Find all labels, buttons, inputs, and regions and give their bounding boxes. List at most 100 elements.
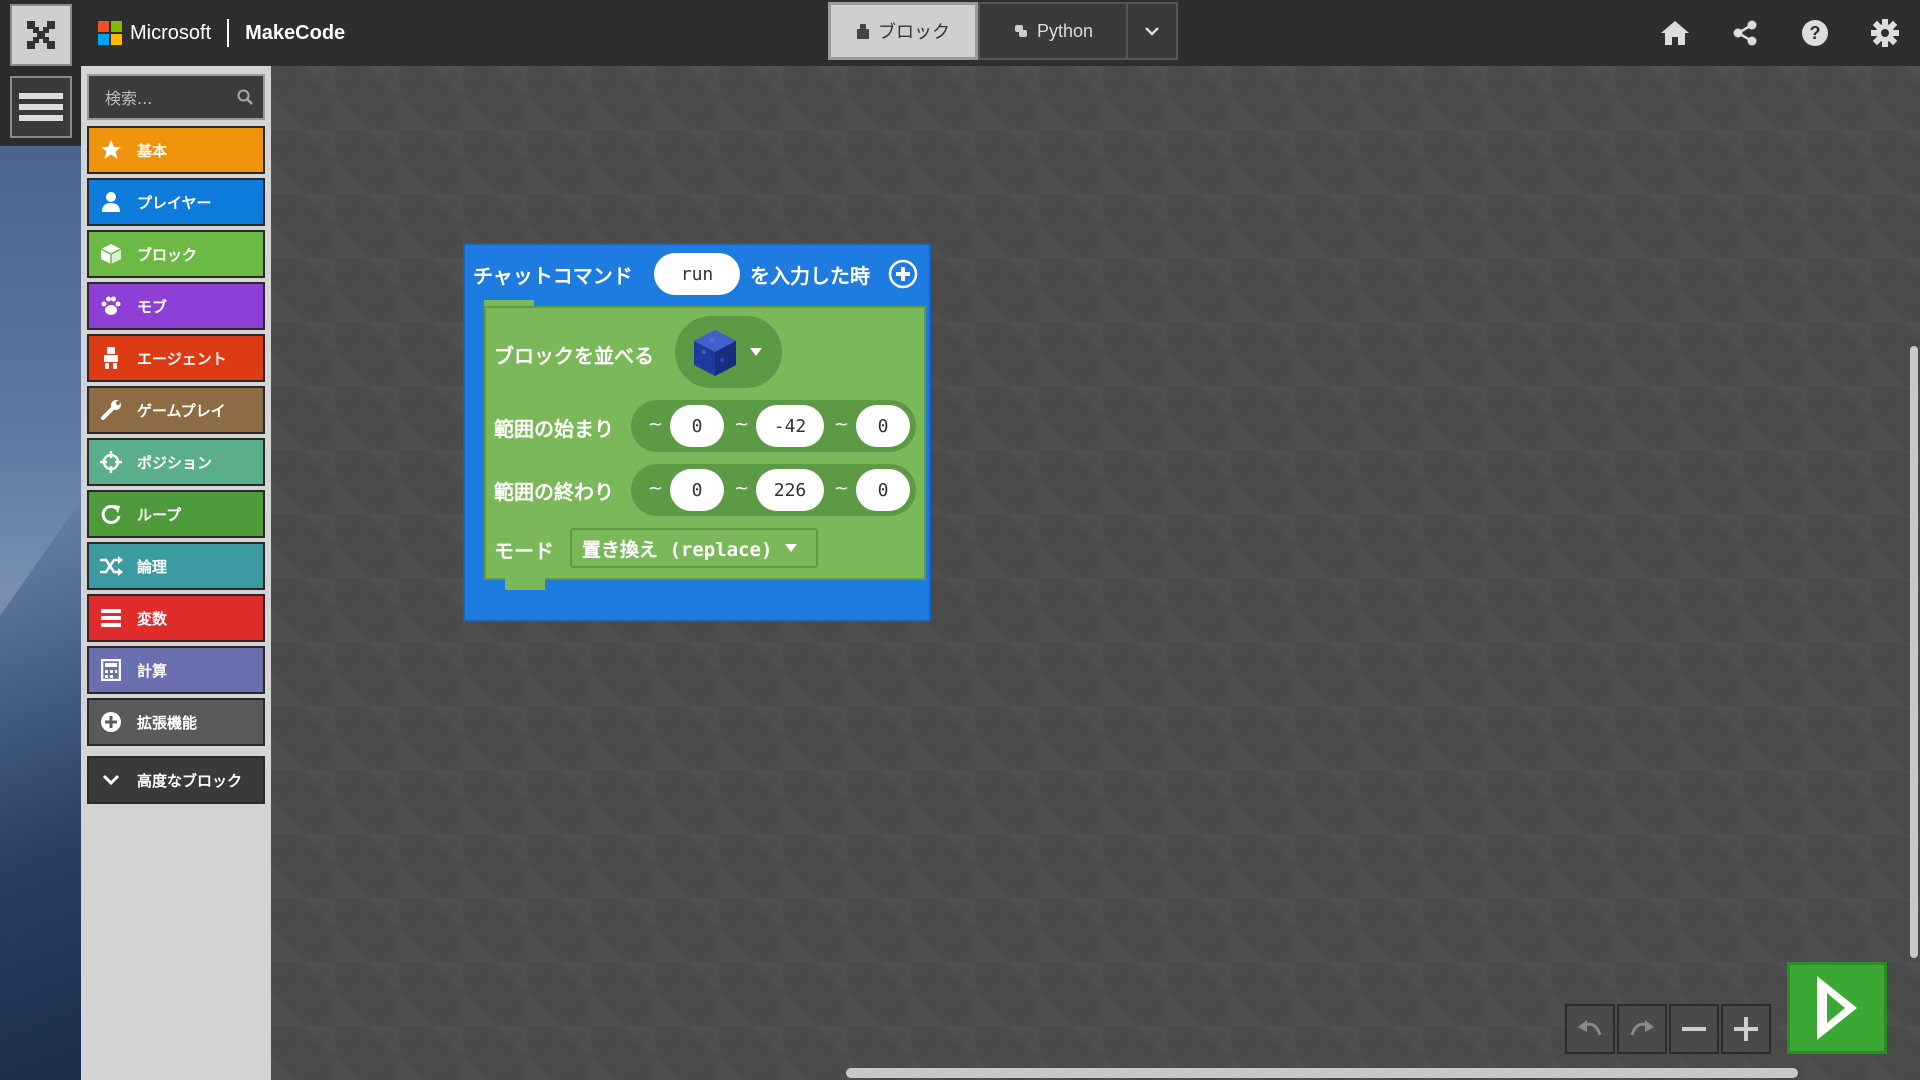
add-parameter-button[interactable] — [888, 259, 918, 289]
run-button[interactable] — [1787, 962, 1887, 1054]
language-dropdown-button[interactable] — [1128, 2, 1178, 60]
category-math[interactable]: 計算 — [87, 646, 265, 694]
to-y-input[interactable]: 226 — [756, 469, 824, 511]
dropdown-arrow-icon — [785, 544, 798, 552]
category-basic[interactable]: 基本 — [87, 126, 265, 174]
from-z-input[interactable]: 0 — [856, 405, 910, 447]
from-x-input[interactable]: 0 — [670, 405, 724, 447]
from-y-input[interactable]: -42 — [756, 405, 824, 447]
hamburger-icon — [19, 93, 63, 121]
person-icon — [99, 190, 123, 214]
header: Microsoft MakeCode ブロック Python ? — [81, 0, 1920, 66]
to-z-tilde: ~ — [834, 478, 850, 499]
to-z-value: 0 — [877, 479, 889, 501]
category-label: プレイヤー — [137, 193, 212, 212]
close-pixel-icon — [27, 21, 55, 49]
help-icon: ? — [1802, 20, 1828, 46]
category-mobs[interactable]: モブ — [87, 282, 265, 330]
category-label: 拡張機能 — [137, 713, 198, 732]
lapis-block-icon — [694, 330, 736, 376]
category-label: 変数 — [137, 609, 168, 628]
toolbox: 検索... 基本 プレイヤー ブロック モブ エージェント ゲームプレイ ポジシ… — [81, 66, 271, 1080]
from-z-tilde: ~ — [834, 414, 850, 435]
zoom-out-button[interactable] — [1669, 1004, 1719, 1054]
category-label: ゲームプレイ — [137, 401, 226, 420]
category-blocks[interactable]: ブロック — [87, 230, 265, 278]
list-icon — [99, 606, 123, 630]
calculator-icon — [99, 658, 123, 682]
home-icon — [1661, 21, 1689, 45]
category-player[interactable]: プレイヤー — [87, 178, 265, 226]
from-y-tilde: ~ — [734, 414, 750, 435]
category-variables[interactable]: 変数 — [87, 594, 265, 642]
to-y-tilde: ~ — [734, 478, 750, 499]
category-label: 論理 — [137, 557, 168, 576]
star-icon — [99, 138, 123, 162]
blocks-toggle-button[interactable]: ブロック — [828, 2, 978, 60]
category-label: ループ — [137, 505, 182, 524]
undo-icon — [1578, 1020, 1602, 1036]
redo-button[interactable] — [1617, 1004, 1667, 1054]
toolbox-search-input[interactable]: 検索... — [87, 74, 265, 120]
share-icon — [1733, 20, 1757, 46]
from-z-value: 0 — [877, 415, 889, 437]
category-extensions[interactable]: 拡張機能 — [87, 698, 265, 746]
category-agent[interactable]: エージェント — [87, 334, 265, 382]
block-type-dropdown[interactable] — [675, 316, 782, 388]
game-cliff — [0, 500, 81, 1080]
share-button[interactable] — [1710, 0, 1780, 66]
command-value: run — [680, 263, 714, 285]
minus-icon — [1682, 1027, 1706, 1031]
category-label: エージェント — [137, 349, 227, 368]
python-toggle-button[interactable]: Python — [978, 2, 1128, 60]
mode-value: 置き換え (replace) — [582, 538, 773, 561]
plus-icon — [1734, 1017, 1758, 1041]
brand-separator — [227, 19, 230, 47]
fill-label: ブロックを並べる — [494, 344, 654, 368]
menu-button[interactable] — [10, 76, 72, 138]
category-label: ブロック — [137, 245, 198, 264]
shuffle-icon — [99, 554, 123, 578]
mode-dropdown[interactable]: 置き換え (replace) — [570, 528, 818, 568]
svg-text:?: ? — [1810, 23, 1821, 43]
event-label: チャットコマンド — [473, 264, 633, 288]
paw-icon — [99, 294, 123, 318]
category-positions[interactable]: ポジション — [87, 438, 265, 486]
search-icon — [237, 89, 253, 105]
advanced-blocks-toggle[interactable]: 高度なブロック — [87, 756, 265, 804]
dropdown-arrow-icon — [750, 348, 762, 356]
event-suffix-label: を入力した時 — [750, 264, 870, 288]
command-text-input[interactable]: run — [654, 253, 740, 295]
to-z-input[interactable]: 0 — [856, 469, 910, 511]
vertical-scrollbar[interactable] — [1910, 346, 1918, 958]
to-x-input[interactable]: 0 — [670, 469, 724, 511]
play-icon — [1817, 976, 1857, 1040]
close-button[interactable] — [10, 4, 72, 66]
to-x-value: 0 — [691, 479, 703, 501]
python-toggle-label: Python — [1036, 20, 1094, 41]
category-label: 計算 — [137, 661, 168, 680]
category-label: モブ — [137, 297, 168, 316]
advanced-blocks-label: 高度なブロック — [137, 771, 243, 790]
chevron-down-icon — [99, 768, 123, 792]
help-button[interactable]: ? — [1780, 0, 1850, 66]
category-logic[interactable]: 論理 — [87, 542, 265, 590]
plus-circle-icon — [99, 710, 123, 734]
home-button[interactable] — [1640, 0, 1710, 66]
brand[interactable]: Microsoft MakeCode — [98, 0, 345, 66]
loop-icon — [99, 502, 123, 526]
from-y-value: -42 — [773, 415, 807, 437]
agent-icon — [99, 346, 123, 370]
puzzle-icon — [857, 24, 869, 39]
search-placeholder: 検索... — [105, 89, 153, 108]
category-loops[interactable]: ループ — [87, 490, 265, 538]
undo-button[interactable] — [1565, 1004, 1615, 1054]
settings-button[interactable] — [1850, 0, 1920, 66]
editor-toggle: ブロック Python — [828, 2, 1178, 60]
horizontal-scrollbar[interactable] — [846, 1068, 1798, 1078]
zoom-in-button[interactable] — [1721, 1004, 1771, 1054]
category-gameplay[interactable]: ゲームプレイ — [87, 386, 265, 434]
mode-label: モード — [494, 539, 554, 563]
header-actions: ? — [1640, 0, 1920, 66]
cube-icon — [99, 242, 123, 266]
